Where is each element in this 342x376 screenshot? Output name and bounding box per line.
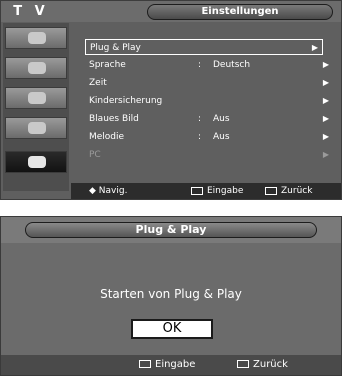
dialog-header: Plug & Play (1, 217, 341, 243)
chevron-right-icon: ▶ (322, 96, 329, 105)
dialog-message: Starten von Plug & Play (100, 287, 242, 301)
sound-icon[interactable] (5, 87, 67, 109)
chevron-right-icon: ▶ (322, 132, 329, 141)
menu-item-melodie[interactable]: Melodie : Aus ▶ (89, 129, 333, 145)
menu-item-blaues-bild[interactable]: Blaues Bild : Aus ▶ (89, 111, 333, 127)
dialog-title: Plug & Play (25, 222, 317, 238)
antenna-icon[interactable] (5, 27, 67, 49)
menu-item-zeit[interactable]: Zeit ▶ (89, 75, 333, 91)
picture-icon[interactable] (5, 57, 67, 79)
settings-menu-panel: T V Einstellungen Plug & Play ▶ Sprache … (0, 0, 342, 200)
setup-icon[interactable] (5, 151, 67, 173)
enter-hint: Eingabe (139, 355, 195, 375)
tv-label: T V (13, 4, 49, 19)
return-hint: Zurück (265, 183, 312, 199)
menu-item-pc[interactable]: PC ▶ (89, 147, 333, 163)
ok-button[interactable]: OK (131, 319, 213, 339)
menu-items: Plug & Play ▶ Sprache : Deutsch ▶ Zeit ▶… (71, 23, 339, 181)
dialog-body: Starten von Plug & Play OK (1, 243, 341, 353)
chevron-right-icon: ▶ (322, 78, 329, 87)
navigate-hint: ◆ Navig. (89, 186, 128, 196)
chevron-right-icon: ▶ (322, 150, 329, 159)
menu-title: Einstellungen (147, 4, 333, 20)
enter-icon (191, 186, 203, 195)
menu-header: T V Einstellungen (1, 1, 341, 22)
plug-and-play-dialog: Plug & Play Starten von Plug & Play OK E… (0, 216, 342, 376)
return-icon (265, 186, 277, 195)
chevron-right-icon: ▶ (322, 114, 329, 123)
dialog-footer: Eingabe Zurück (1, 355, 341, 375)
return-icon (237, 360, 249, 368)
channel-icon[interactable] (5, 117, 67, 139)
menu-item-plug-and-play[interactable]: Plug & Play ▶ (85, 39, 323, 55)
menu-footer: ◆ Navig. Eingabe Zurück (71, 183, 341, 199)
chevron-right-icon: ▶ (322, 60, 329, 69)
enter-icon (139, 360, 151, 368)
enter-hint: Eingabe (191, 183, 243, 199)
menu-item-kindersicherung[interactable]: Kindersicherung ▶ (89, 93, 333, 109)
return-hint: Zurück (237, 355, 288, 375)
menu-item-sprache[interactable]: Sprache : Deutsch ▶ (89, 57, 333, 73)
chevron-right-icon: ▶ (311, 43, 318, 52)
category-sidebar (3, 23, 69, 191)
